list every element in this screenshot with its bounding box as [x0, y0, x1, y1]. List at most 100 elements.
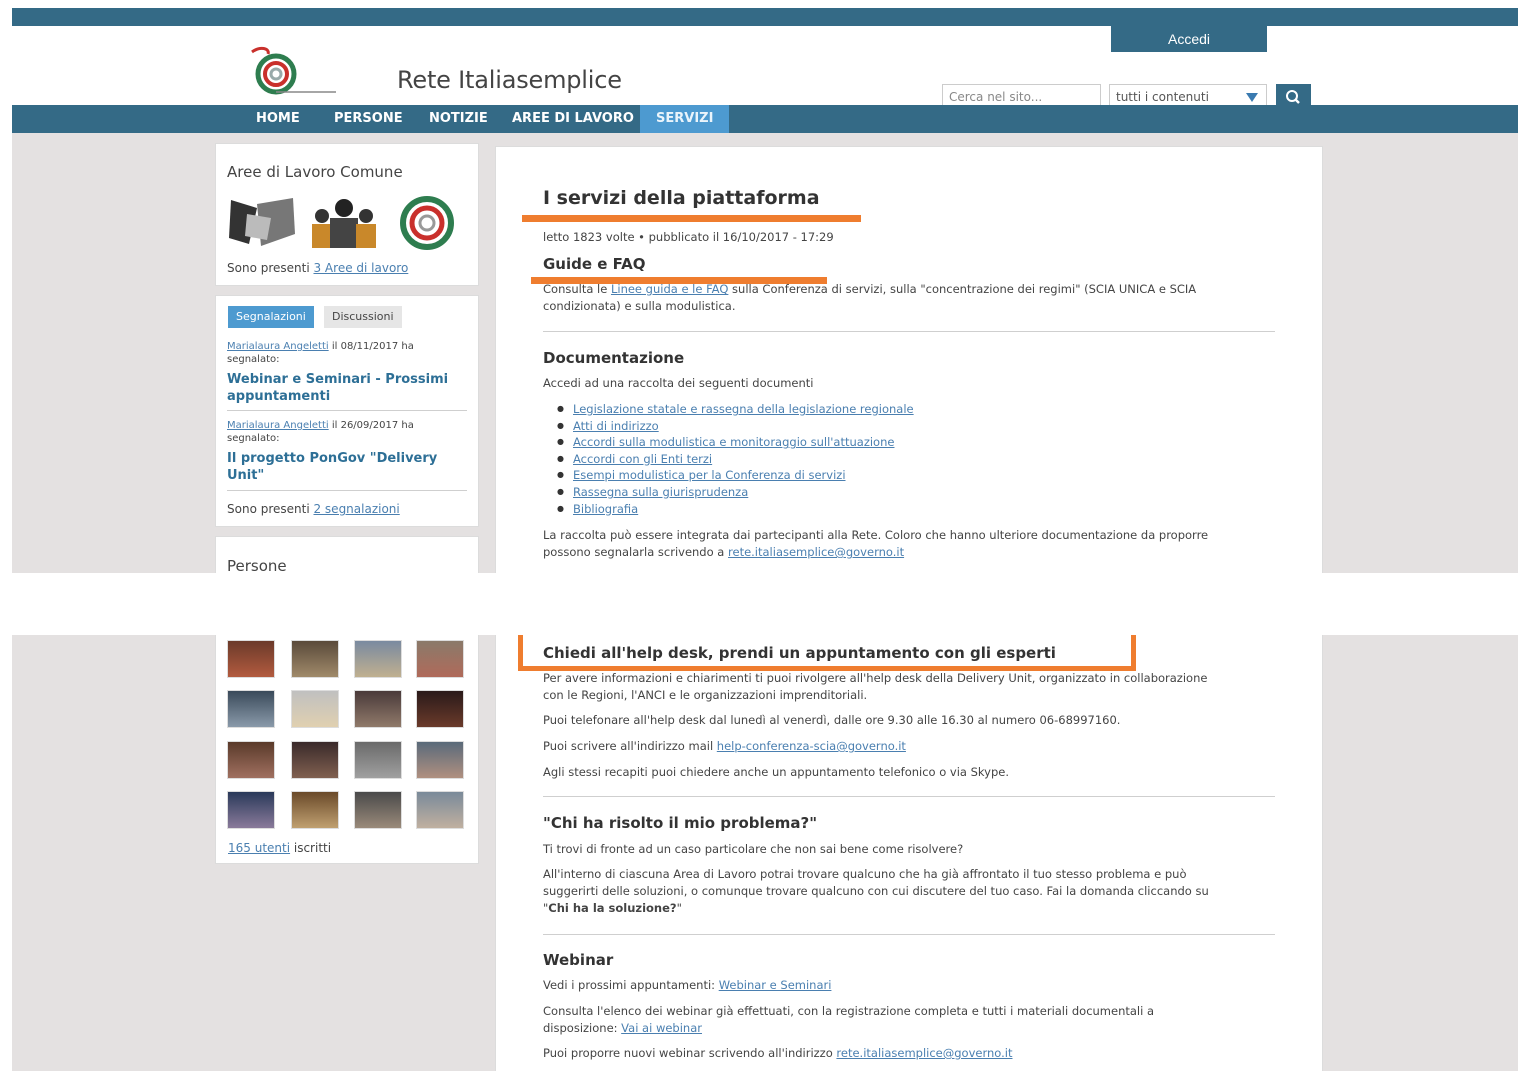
guide-text-post: sulla Conferenza di servizi, sulla "conc… — [728, 282, 1197, 296]
doc-link[interactable]: Bibliografia — [573, 502, 638, 516]
webinar-heading: Webinar — [543, 951, 614, 969]
docs-intro: Accedi ad una raccolta dei seguenti docu… — [543, 376, 814, 390]
nav-notizie[interactable]: NOTIZIE — [429, 105, 488, 133]
divider — [543, 796, 1275, 797]
report-title-link[interactable]: Il progetto PonGov "Delivery Unit" — [227, 450, 467, 484]
webinar-archive-link[interactable]: Vai ai webinar — [621, 1021, 702, 1035]
report-author-link[interactable]: Marialaura Angeletti — [227, 341, 329, 352]
main-nav: HOME PERSONE NOTIZIE AREE DI LAVORO SERV… — [12, 105, 1518, 133]
docs-list-item: Rassegna sulla giurisprudenza — [543, 484, 914, 501]
highlight-underline — [522, 215, 861, 222]
helpdesk-phone: Puoi telefonare all'help desk dal lunedì… — [543, 713, 1121, 727]
guide-text-pre: Consulta le — [543, 282, 611, 296]
webinar-archive-line1: Consulta l'elenco dei webinar già effett… — [543, 1004, 1155, 1018]
webinar-propose-pre: Puoi proporre nuovi webinar scrivendo al… — [543, 1046, 837, 1060]
solved-heading: "Chi ha risolto il mio problema?" — [543, 814, 818, 832]
solved-question: Ti trovi di fronte ad un caso particolar… — [543, 842, 964, 856]
area-thumbnail-people[interactable] — [308, 194, 378, 252]
doc-link[interactable]: Esempi modulistica per la Conferenza di … — [573, 468, 846, 482]
docs-note: La raccolta può essere integrata dai par… — [543, 527, 1208, 561]
areas-title: Aree di Lavoro Comune — [227, 163, 403, 181]
user-avatar[interactable] — [416, 690, 464, 728]
site-logo[interactable] — [246, 44, 338, 98]
user-avatar[interactable] — [416, 640, 464, 678]
webinar-upcoming-pre: Vedi i prossimi appuntamenti: — [543, 978, 719, 992]
user-avatar[interactable] — [227, 640, 275, 678]
reports-count-link[interactable]: 2 segnalazioni — [313, 502, 399, 516]
nav-servizi[interactable]: SERVIZI — [640, 105, 730, 133]
area-thumbnail-documents[interactable] — [227, 194, 297, 252]
helpdesk-email-link[interactable]: help-conferenza-scia@governo.it — [717, 739, 906, 753]
contact-email-link[interactable]: rete.italiasemplice@governo.it — [728, 545, 904, 559]
guide-text-line2: condizionata) e sulla modulistica. — [543, 299, 736, 313]
doc-link[interactable]: Accordi sulla modulistica e monitoraggio… — [573, 435, 894, 449]
reports-count-prefix: Sono presenti — [227, 502, 314, 516]
article-main-continued: Chiedi all'help desk, prendi un appuntam… — [495, 635, 1323, 1071]
helpdesk-mail: Puoi scrivere all'indirizzo mail help-co… — [543, 738, 906, 755]
report-date: il 26/09/2017 ha — [328, 420, 414, 431]
login-button[interactable]: Accedi — [1111, 26, 1267, 52]
webinar-email-link[interactable]: rete.italiasemplice@governo.it — [836, 1046, 1012, 1060]
docs-list-item: Bibliografia — [543, 501, 914, 518]
divider — [543, 331, 1275, 332]
solved-text: All'interno di ciascuna Area di Lavoro p… — [543, 866, 1209, 917]
docs-note-line2: possono segnalarla scrivendo a — [543, 545, 729, 559]
docs-heading: Documentazione — [543, 349, 685, 367]
doc-link[interactable]: Accordi con gli Enti terzi — [573, 452, 712, 466]
nav-persone[interactable]: PERSONE — [334, 105, 403, 133]
nav-aree-di-lavoro[interactable]: AREE DI LAVORO — [512, 105, 634, 133]
reports-count: Sono presenti 2 segnalazioni — [227, 502, 400, 516]
webinar-archive: Consulta l'elenco dei webinar già effett… — [543, 1003, 1154, 1037]
user-avatar[interactable] — [291, 690, 339, 728]
site-header: Accedi Rete Italiasemplice Cerca nel sit… — [12, 26, 1518, 110]
top-bar — [12, 8, 1518, 26]
user-avatar[interactable] — [354, 741, 402, 779]
report-author-link[interactable]: Marialaura Angeletti — [227, 420, 329, 431]
user-avatar[interactable] — [291, 741, 339, 779]
user-avatar[interactable] — [227, 791, 275, 829]
user-avatar[interactable] — [291, 640, 339, 678]
article-meta: letto 1823 volte • pubblicato il 16/10/2… — [543, 230, 834, 244]
helpdesk-intro-line2: con le Regioni, l'ANCI e le organizzazio… — [543, 688, 868, 702]
people-box-continued: 165 utenti iscritti — [215, 635, 479, 864]
doc-link[interactable]: Atti di indirizzo — [573, 419, 659, 433]
people-count-suffix: iscritti — [290, 841, 332, 855]
report-title-link[interactable]: Webinar e Seminari - Prossimi appuntamen… — [227, 371, 467, 405]
docs-list-item: Atti di indirizzo — [543, 418, 914, 435]
user-avatar[interactable] — [354, 640, 402, 678]
docs-list-item: Legislazione statale e rassegna della le… — [543, 401, 914, 418]
user-avatar[interactable] — [416, 791, 464, 829]
areas-box: Aree di Lavoro Comune Sono presenti 3 Ar… — [215, 143, 479, 286]
helpdesk-mail-pre: Puoi scrivere all'indirizzo mail — [543, 739, 717, 753]
guide-text: Consulta le Linee guida e le FAQ sulla C… — [543, 281, 1196, 315]
divider — [227, 410, 467, 411]
divider — [227, 490, 467, 491]
user-avatar[interactable] — [227, 741, 275, 779]
areas-count-prefix: Sono presenti — [227, 261, 314, 275]
search-scope-value: tutti i contenuti — [1116, 90, 1209, 104]
user-avatar[interactable] — [291, 791, 339, 829]
nav-home[interactable]: HOME — [256, 105, 300, 133]
webinar-seminari-link[interactable]: Webinar e Seminari — [719, 978, 832, 992]
guide-link[interactable]: Linee guida e le FAQ — [611, 282, 728, 296]
user-avatar[interactable] — [354, 690, 402, 728]
people-count-link[interactable]: 165 utenti — [228, 841, 290, 855]
webinar-propose: Puoi proporre nuovi webinar scrivendo al… — [543, 1045, 1012, 1062]
docs-list-item: Accordi con gli Enti terzi — [543, 451, 914, 468]
user-avatar[interactable] — [416, 741, 464, 779]
areas-count-link[interactable]: 3 Aree di lavoro — [313, 261, 408, 275]
helpdesk-heading: Chiedi all'help desk, prendi un appuntam… — [543, 644, 1056, 662]
bottom-screenshot-panel: 165 utenti iscritti Chiedi all'help desk… — [12, 635, 1518, 1071]
doc-link[interactable]: Legislazione statale e rassegna della le… — [573, 402, 914, 416]
divider — [543, 934, 1275, 935]
site-title[interactable]: Rete Italiasemplice — [397, 66, 622, 94]
doc-link[interactable]: Rassegna sulla giurisprudenza — [573, 485, 748, 499]
webinar-upcoming: Vedi i prossimi appuntamenti: Webinar e … — [543, 977, 831, 994]
tab-segnalazioni[interactable]: Segnalazioni — [228, 306, 314, 328]
tab-discussioni[interactable]: Discussioni — [324, 306, 402, 328]
user-avatar[interactable] — [354, 791, 402, 829]
docs-list-item: Accordi sulla modulistica e monitoraggio… — [543, 434, 914, 451]
user-avatar[interactable] — [227, 690, 275, 728]
report-meta: Marialaura Angeletti il 08/11/2017 ha se… — [227, 340, 414, 366]
area-thumbnail-logo[interactable] — [392, 194, 462, 252]
